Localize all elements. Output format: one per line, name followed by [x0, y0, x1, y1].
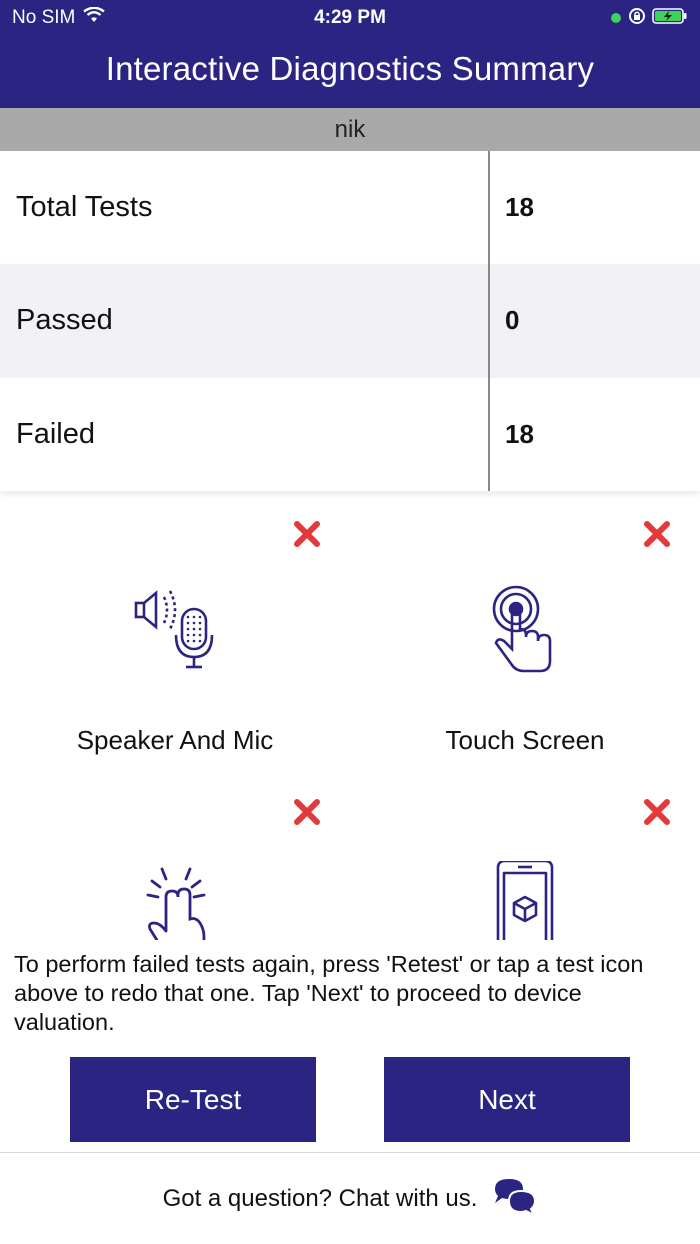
- chat-bubbles-icon[interactable]: [491, 1175, 537, 1222]
- user-name-bar: nik: [0, 108, 700, 151]
- summary-row-passed: Passed 0: [0, 264, 700, 378]
- phone-ar-icon: [350, 861, 700, 940]
- status-bar: No SIM 4:29 PM: [0, 0, 700, 36]
- failed-x-icon: [644, 521, 670, 547]
- summary-row-total: Total Tests 18: [0, 151, 700, 264]
- retest-button[interactable]: Re-Test: [70, 1057, 316, 1142]
- test-grid: Speaker And Mic Touch Screen: [0, 491, 700, 940]
- summary-row-failed: Failed 18: [0, 378, 700, 491]
- battery-charging-icon: [652, 7, 688, 31]
- activity-dot-icon: [610, 8, 622, 30]
- passed-value: 0: [505, 305, 520, 336]
- orientation-lock-icon: [628, 7, 646, 31]
- test-tile-multi-touch[interactable]: [0, 769, 350, 940]
- chat-footer[interactable]: Got a question? Chat with us.: [0, 1152, 700, 1244]
- test-tile-speaker-mic[interactable]: Speaker And Mic: [0, 491, 350, 769]
- failed-value: 18: [505, 418, 534, 449]
- table-divider: [488, 151, 490, 491]
- instructions-text: To perform failed tests again, press 'Re…: [14, 951, 644, 1035]
- test-label-touch-screen: Touch Screen: [445, 725, 605, 755]
- summary-table: Total Tests 18 Passed 0 Failed 18: [0, 151, 700, 491]
- chat-prompt: Got a question? Chat with us.: [162, 1184, 478, 1212]
- failed-x-icon: [644, 799, 670, 825]
- app-header: No SIM 4:29 PM Interactive Diagnostics S…: [0, 0, 700, 108]
- passed-label: Passed: [16, 304, 113, 337]
- total-tests-value: 18: [505, 192, 534, 223]
- status-right: [610, 7, 688, 31]
- failed-x-icon: [294, 521, 320, 547]
- total-tests-label: Total Tests: [16, 191, 153, 224]
- status-time: 4:29 PM: [314, 7, 386, 28]
- failed-label: Failed: [16, 417, 95, 450]
- touch-screen-icon: [350, 583, 700, 679]
- failed-x-icon: [294, 799, 320, 825]
- speaker-mic-icon: [0, 583, 350, 679]
- test-tile-phone-ar[interactable]: [350, 769, 700, 940]
- multi-touch-icon: [0, 861, 350, 940]
- test-label-speaker-mic: Speaker And Mic: [76, 725, 274, 755]
- next-button[interactable]: Next: [384, 1057, 630, 1142]
- page-title: Interactive Diagnostics Summary: [105, 50, 595, 87]
- test-tile-touch-screen[interactable]: Touch Screen: [350, 491, 700, 769]
